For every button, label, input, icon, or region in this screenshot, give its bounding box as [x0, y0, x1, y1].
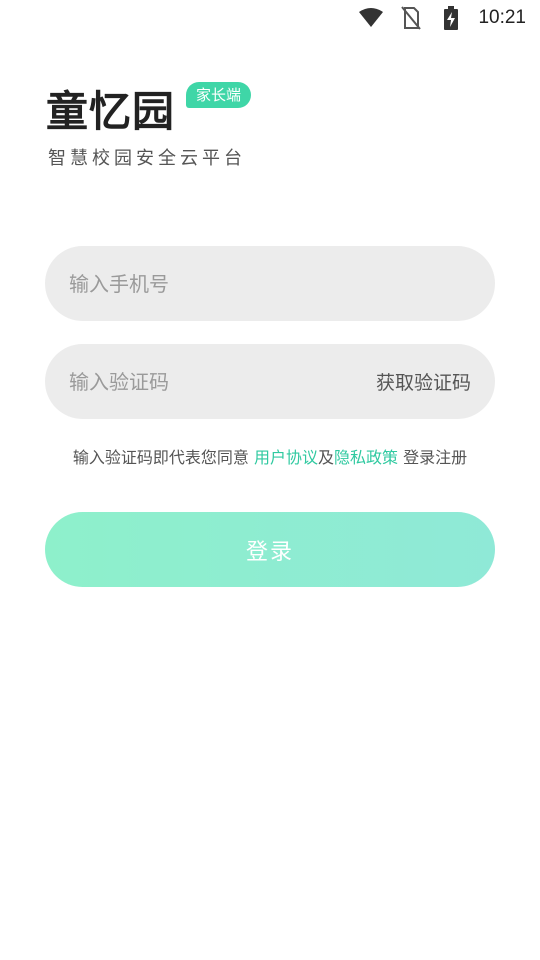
code-field[interactable]: 获取验证码 [45, 344, 495, 419]
phone-input[interactable] [69, 271, 471, 296]
battery-charging-icon [438, 5, 464, 31]
agreement-and: 及 [317, 448, 334, 467]
login-button[interactable]: 登录 [45, 512, 495, 587]
privacy-policy-link[interactable]: 隐私政策 [334, 448, 398, 467]
get-code-button[interactable]: 获取验证码 [376, 368, 471, 395]
status-bar: 10:21 [358, 0, 526, 36]
app-slogan: 智慧校园安全云平台 [48, 148, 246, 169]
wifi-icon [358, 5, 384, 31]
app-logo: 童忆园 家长端 智慧校园安全云平台 [46, 82, 306, 174]
status-time: 10:21 [478, 7, 526, 28]
user-agreement-link[interactable]: 用户协议 [254, 448, 318, 467]
login-screen: 10:21 童忆园 家长端 智慧校园安全云平台 获取验证码 输入验证码即代表您同… [0, 0, 540, 960]
verification-code-input[interactable] [69, 369, 376, 394]
agreement-suffix: 登录注册 [398, 448, 468, 467]
no-sim-icon [398, 5, 424, 31]
phone-field[interactable] [45, 246, 495, 321]
agreement-prefix: 输入验证码即代表您同意 [72, 448, 254, 467]
agreement-text: 输入验证码即代表您同意 用户协议及隐私政策 登录注册 [0, 444, 540, 468]
app-title: 童忆园 [46, 87, 176, 136]
parent-badge: 家长端 [186, 82, 252, 108]
